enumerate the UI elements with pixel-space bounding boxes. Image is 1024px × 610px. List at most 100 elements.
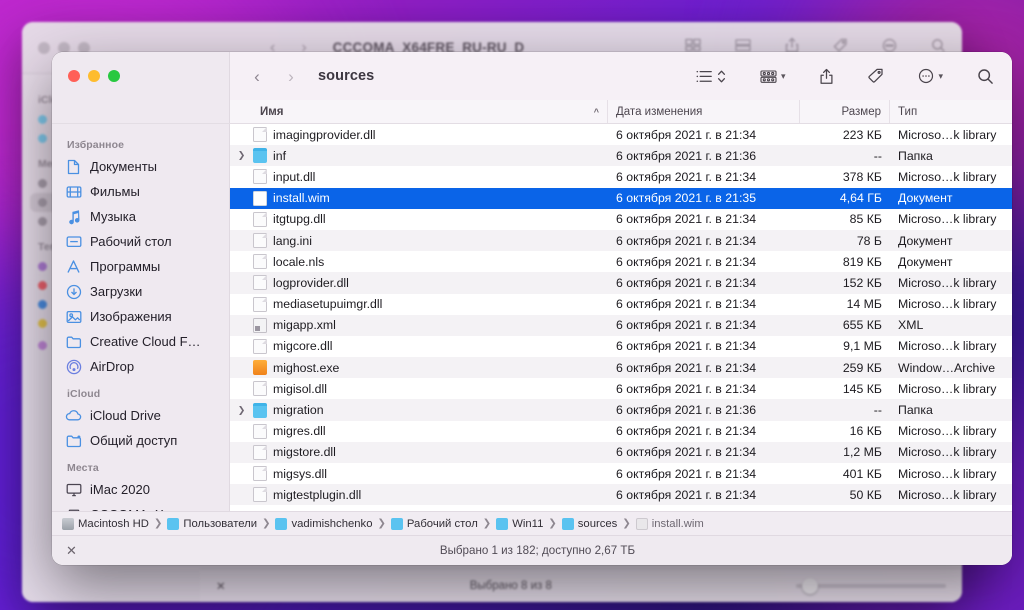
sidebar-item-рабочий-стол[interactable]: Рабочий стол bbox=[52, 229, 229, 254]
file-size-cell: 16 КБ bbox=[849, 424, 882, 439]
sidebar-item-label: Документы bbox=[90, 159, 158, 174]
breadcrumb-item[interactable]: Macintosh HD bbox=[62, 517, 149, 530]
sidebar-item-музыка[interactable]: Музыка bbox=[52, 204, 229, 229]
column-header-size[interactable]: Размер bbox=[800, 100, 890, 123]
sidebar-item-загрузки[interactable]: Загрузки bbox=[52, 279, 229, 304]
movie-icon bbox=[65, 183, 82, 200]
breadcrumb-item[interactable]: Win11 bbox=[496, 517, 543, 530]
traffic-lights[interactable] bbox=[68, 70, 120, 82]
column-header-type[interactable]: Тип bbox=[890, 100, 1012, 123]
back-icon[interactable]: ‹ bbox=[244, 63, 270, 89]
file-name-cell: migapp.xml bbox=[230, 317, 608, 333]
sidebar-item-cccoma-x[interactable]: CCCOMA_X…⏏ bbox=[52, 502, 229, 511]
document-file-icon bbox=[253, 338, 267, 354]
close-icon[interactable]: ✕ bbox=[66, 543, 77, 559]
sidebar-item-airdrop[interactable]: AirDrop bbox=[52, 354, 229, 379]
sidebar-item-документы[interactable]: Документы bbox=[52, 154, 229, 179]
forward-icon[interactable]: › bbox=[278, 63, 304, 89]
sidebar[interactable]: Избранное Документы Фильмы Музыка Рабочий ст… bbox=[52, 124, 230, 511]
status-bar: ✕ Выбрано 1 из 182; доступно 2,67 ТБ bbox=[52, 535, 1012, 565]
table-row[interactable]: migtestplugin.dll 6 октября 2021 г. в 21:… bbox=[230, 484, 1012, 506]
document-file-icon bbox=[253, 381, 267, 397]
view-list-icon[interactable] bbox=[696, 70, 713, 83]
table-row[interactable]: locale.nls 6 октября 2021 г. в 21:34 819 К… bbox=[230, 251, 1012, 272]
document-icon bbox=[65, 158, 82, 175]
document-file-icon bbox=[253, 127, 267, 143]
file-size-cell: 85 КБ bbox=[849, 212, 882, 227]
sidebar-item-изображения[interactable]: Изображения bbox=[52, 304, 229, 329]
share-button[interactable] bbox=[802, 68, 851, 85]
group-by-button[interactable]: ▾ bbox=[743, 69, 803, 84]
document-file-icon bbox=[253, 211, 267, 227]
pictures-icon bbox=[65, 308, 82, 325]
tag-icon[interactable] bbox=[868, 68, 884, 84]
column-header-name[interactable]: Имя ^ bbox=[230, 100, 608, 123]
more-actions-button[interactable]: ▾ bbox=[901, 68, 960, 84]
table-row[interactable]: imagingprovider.dll 6 октября 2021 г. в 2… bbox=[230, 124, 1012, 145]
breadcrumb-label: vadimishchenko bbox=[291, 517, 373, 530]
sidebar-item-imac-2020[interactable]: iMac 2020 bbox=[52, 477, 229, 502]
breadcrumb-label: Рабочий стол bbox=[406, 517, 478, 530]
share-icon[interactable] bbox=[819, 68, 834, 85]
file-name-cell: migcore.dll bbox=[230, 338, 608, 354]
table-row[interactable]: input.dll 6 октября 2021 г. в 21:34 378 КБ… bbox=[230, 166, 1012, 187]
close-button[interactable] bbox=[68, 70, 80, 82]
table-row[interactable]: itgtupg.dll 6 октября 2021 г. в 21:34 85 К… bbox=[230, 209, 1012, 230]
sidebar-item-label: Загрузки bbox=[90, 284, 143, 299]
table-row-selected[interactable]: install.wim 6 октября 2021 г. в 21:35 4,64… bbox=[230, 187, 1012, 209]
sidebar-item-программы[interactable]: Программы bbox=[52, 254, 229, 279]
disclosure-triangle-icon[interactable]: ❯ bbox=[236, 150, 247, 161]
view-options-button[interactable] bbox=[679, 69, 743, 84]
breadcrumb-separator-icon: ❯ bbox=[377, 518, 386, 529]
table-row[interactable]: mighost.exe 6 октября 2021 г. в 21:34 259 … bbox=[230, 357, 1012, 379]
background-close-icon[interactable]: ✕ bbox=[216, 579, 226, 593]
table-row[interactable]: migapp.xml 6 октября 2021 г. в 21:34 655 К… bbox=[230, 314, 1012, 336]
hard-drive-icon bbox=[62, 517, 74, 530]
column-header-date[interactable]: Дата изменения bbox=[608, 100, 800, 123]
table-row[interactable]: mediasetupuimgr.dll 6 октября 2021 г. в 2… bbox=[230, 294, 1012, 315]
file-name-cell: install.wim bbox=[230, 190, 608, 206]
sidebar-item-icloud-drive[interactable]: iCloud Drive bbox=[52, 403, 229, 428]
icon-size-slider[interactable] bbox=[796, 577, 946, 594]
tag-button[interactable] bbox=[851, 68, 901, 84]
table-row[interactable]: migres.dll 6 октября 2021 г. в 21:34 16 КБ… bbox=[230, 421, 1012, 442]
breadcrumb-item[interactable]: Рабочий стол bbox=[390, 517, 478, 530]
table-row[interactable]: migisol.dll 6 октября 2021 г. в 21:34 145 … bbox=[230, 378, 1012, 399]
breadcrumb-item[interactable]: sources bbox=[561, 517, 617, 530]
table-row[interactable]: migcore.dll 6 октября 2021 г. в 21:34 9,1 … bbox=[230, 336, 1012, 357]
table-row[interactable]: migsys.dll 6 октября 2021 г. в 21:34 401 К… bbox=[230, 463, 1012, 484]
document-file-icon bbox=[253, 296, 267, 312]
file-name-label: migres.dll bbox=[273, 424, 326, 439]
more-actions-icon[interactable] bbox=[918, 68, 934, 84]
search-button[interactable] bbox=[960, 68, 994, 85]
table-row[interactable]: ❯ inf 6 октября 2021 г. в 21:36 -- Папка bbox=[230, 145, 1012, 167]
close-button[interactable] bbox=[38, 41, 50, 54]
zoom-button[interactable] bbox=[108, 70, 120, 82]
table-row[interactable]: logprovider.dll 6 октября 2021 г. в 21:34… bbox=[230, 272, 1012, 294]
chevron-down-icon[interactable]: ▾ bbox=[938, 71, 943, 82]
breadcrumb-item[interactable]: vadimishchenko bbox=[275, 517, 373, 530]
sort-updown-icon[interactable] bbox=[717, 69, 726, 84]
file-type-cell: XML bbox=[898, 318, 924, 333]
table-row[interactable]: ❯ migration 6 октября 2021 г. в 21:36 -- Пап… bbox=[230, 399, 1012, 421]
finder-window[interactable]: ‹ › sources ▾ ▾ Имя ^ Дата изменения Раз… bbox=[52, 52, 1012, 565]
table-row[interactable]: migstore.dll 6 октября 2021 г. в 21:34 1,2… bbox=[230, 441, 1012, 463]
breadcrumb[interactable]: Macintosh HD ❯ Пользователи ❯ vadimishchenko… bbox=[52, 511, 1012, 535]
file-list[interactable]: imagingprovider.dll 6 октября 2021 г. в 2… bbox=[230, 124, 1012, 511]
sidebar-item-creative-cloud-f[interactable]: Creative Cloud F… bbox=[52, 329, 229, 354]
table-row[interactable]: lang.ini 6 октября 2021 г. в 21:34 78 Б Док… bbox=[230, 229, 1012, 252]
minimize-button[interactable] bbox=[88, 70, 100, 82]
folder-icon bbox=[561, 517, 574, 530]
group-by-icon[interactable] bbox=[760, 69, 777, 84]
disclosure-triangle-icon[interactable]: ❯ bbox=[236, 405, 247, 416]
sidebar-item-фильмы[interactable]: Фильмы bbox=[52, 179, 229, 204]
chevron-down-icon[interactable]: ▾ bbox=[781, 71, 786, 82]
search-icon[interactable] bbox=[977, 68, 994, 85]
file-date-cell: 6 октября 2021 г. в 21:34 bbox=[616, 318, 757, 333]
navigation-buttons[interactable]: ‹ › bbox=[244, 63, 304, 89]
breadcrumb-item[interactable]: Пользователи bbox=[167, 517, 257, 530]
airdrop-icon bbox=[65, 358, 82, 375]
downloads-icon bbox=[65, 283, 82, 300]
sidebar-item-общий-доступ[interactable]: Общий доступ bbox=[52, 428, 229, 453]
breadcrumb-item[interactable]: install.wim bbox=[635, 517, 704, 530]
